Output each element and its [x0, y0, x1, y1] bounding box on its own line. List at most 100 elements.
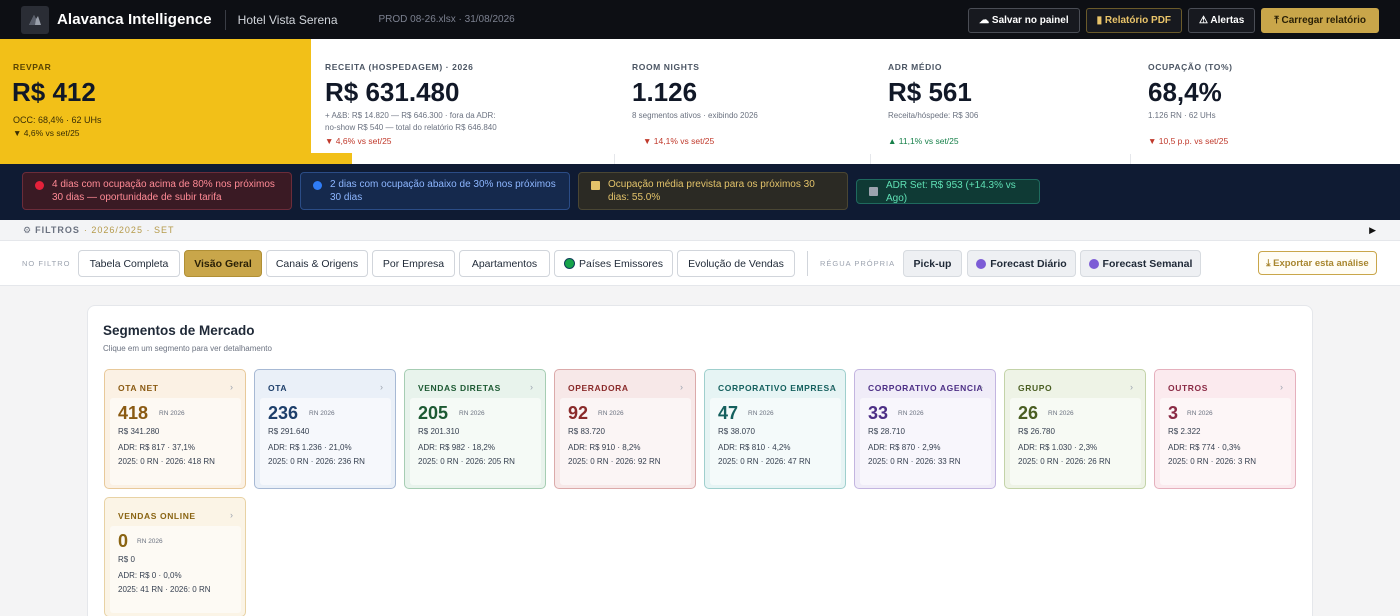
panel-title: Segmentos de Mercado — [103, 323, 255, 338]
tab-overview[interactable]: Visão Geral — [184, 250, 262, 277]
segment-rn-label: RN 2026 — [137, 538, 163, 545]
segment-adr: ADR: R$ 982 · 18,2% — [418, 443, 495, 452]
segment-comparison: 2025: 0 RN · 2026: 236 RN — [268, 457, 365, 466]
chevron-right-icon: › — [380, 382, 383, 392]
segment-rn-label: RN 2026 — [748, 410, 774, 417]
tab-apartments[interactable]: Apartamentos — [459, 250, 550, 277]
chevron-right-icon: › — [980, 382, 983, 392]
segment-revenue: R$ 2.322 — [1168, 427, 1201, 436]
kpi-delta: ▼ 4,6% vs set/25 — [13, 128, 80, 138]
expand-filters-icon[interactable]: ▶ — [1369, 225, 1376, 236]
alert-high-occupancy[interactable]: 4 dias com ocupação acima de 80% nos pró… — [22, 172, 292, 210]
kpi-delta: ▼ 4,6% vs set/25 — [325, 136, 392, 146]
segment-card[interactable]: VENDAS DIRETAS › 205 RN 2026 R$ 201.310 ADR: … — [404, 369, 546, 489]
kpi-highlight-bar — [311, 153, 352, 164]
alert-text: Ocupação média prevista para os próximos… — [608, 179, 815, 203]
load-report-button[interactable]: ⤒ Carregar relatório — [1261, 8, 1379, 33]
tab-daily-forecast[interactable]: Forecast Diário — [967, 250, 1076, 277]
kpi-divider — [1130, 154, 1131, 164]
tab-pickup[interactable]: Pick-up — [903, 250, 962, 277]
kpi-sub: + A&B: R$ 14.820 — R$ 646.300 · fora da … — [325, 111, 496, 120]
segment-revenue: R$ 26.780 — [1018, 427, 1055, 436]
kpi-label: REVPAR — [13, 62, 52, 72]
segment-room-nights: 418 — [118, 403, 149, 423]
kpi-delta: ▼ 14,1% vs set/25 — [643, 136, 715, 146]
segment-comparison: 2025: 0 RN · 2026: 92 RN — [568, 457, 661, 466]
segment-name: OTA — [268, 383, 288, 393]
hotel-name: Hotel Vista Serena — [237, 12, 338, 27]
alerts-strip: 4 dias com ocupação acima de 80% nos pró… — [0, 164, 1400, 220]
segment-comparison: 2025: 0 RN · 2026: 47 RN — [718, 457, 811, 466]
segment-name: CORPORATIVO EMPRESA — [718, 383, 837, 393]
segment-card[interactable]: OTA › 236 RN 2026 R$ 291.640 ADR: R$ 1.236 · … — [254, 369, 396, 489]
tab-channels-origins[interactable]: Canais & Origens — [266, 250, 368, 277]
kpi-value: R$ 561 — [888, 77, 972, 107]
segment-adr: ADR: R$ 870 · 2,9% — [868, 443, 941, 452]
segment-room-nights: 0 — [118, 531, 129, 551]
globe-icon — [563, 258, 575, 269]
segment-revenue: R$ 83.720 — [568, 427, 605, 436]
segment-card[interactable]: CORPORATIVO EMPRESA › 47 RN 2026 R$ 38.070 AD… — [704, 369, 846, 489]
divider — [224, 9, 226, 30]
segment-card[interactable]: VENDAS ONLINE › 0 RN 2026 R$ 0 ADR: R$ 0 · 0,… — [104, 497, 246, 616]
own-ruler-label: RÉGUA PRÓPRIA — [820, 259, 896, 268]
divider — [807, 251, 808, 276]
alerts-button[interactable]: ⚠ Alertas — [1188, 8, 1256, 33]
segment-rn-label: RN 2026 — [159, 410, 185, 417]
segment-card[interactable]: OPERADORA › 92 RN 2026 R$ 83.720 ADR: R$ 910 … — [554, 369, 696, 489]
kpi-divider — [614, 154, 615, 164]
alert-forecast-occupancy[interactable]: Ocupação média prevista para os próximos… — [578, 172, 848, 210]
no-filter-label: NO FILTRO — [22, 259, 71, 268]
alert-text: ADR Set: R$ 953 (+14.3% vs Ago) — [886, 179, 1016, 204]
chevron-right-icon: › — [1130, 382, 1133, 392]
kpi-label: ADR MÉDIO — [888, 62, 943, 72]
alert-adr[interactable]: ADR Set: R$ 953 (+14.3% vs Ago) — [856, 179, 1040, 204]
segment-revenue: R$ 201.310 — [418, 427, 460, 436]
segment-card-body — [110, 526, 241, 613]
segment-rn-label: RN 2026 — [898, 410, 924, 417]
segment-adr: ADR: R$ 817 · 37,1% — [118, 443, 195, 452]
segment-adr: ADR: R$ 0 · 0,0% — [118, 571, 182, 580]
report-file-info: PROD 08-26.xlsx · 31/08/2026 — [378, 14, 515, 25]
filters-bar[interactable]: ⚙ FILTROS · 2026/2025 · SET ▶ — [0, 220, 1400, 241]
segment-name: VENDAS ONLINE — [118, 511, 196, 521]
segment-revenue: R$ 341.280 — [118, 427, 160, 436]
export-analysis-button[interactable]: ⤓ Exportar esta análise — [1258, 251, 1377, 275]
segment-comparison: 2025: 0 RN · 2026: 205 RN — [418, 457, 515, 466]
tab-by-company[interactable]: Por Empresa — [372, 250, 455, 277]
tab-weekly-forecast[interactable]: Forecast Semanal — [1080, 250, 1201, 277]
segment-card[interactable]: CORPORATIVO AGENCIA › 33 RN 2026 R$ 28.710 AD… — [854, 369, 996, 489]
segment-room-nights: 3 — [1168, 403, 1179, 423]
segment-room-nights: 33 — [868, 403, 889, 423]
segment-room-nights: 92 — [568, 403, 589, 423]
save-to-dashboard-button[interactable]: ☁ Salvar no painel — [968, 8, 1080, 33]
segment-comparison: 2025: 0 RN · 2026: 3 RN — [1168, 457, 1257, 466]
red-dot-icon — [35, 180, 44, 190]
kpi-label: ROOM NIGHTS — [632, 62, 700, 72]
kpi-sub: 8 segmentos ativos · exibindo 2026 — [632, 111, 758, 120]
segment-card[interactable]: OTA NET › 418 RN 2026 R$ 341.280 ADR: R$ 817 … — [104, 369, 246, 489]
segment-rn-label: RN 2026 — [1187, 410, 1213, 417]
blue-dot-icon — [313, 180, 322, 190]
tab-source-countries[interactable]: Países Emissores — [554, 250, 673, 277]
chevron-right-icon: › — [530, 382, 533, 392]
tab-full-table[interactable]: Tabela Completa — [78, 250, 180, 277]
segment-card-body — [1160, 398, 1291, 485]
top-bar: Alavanca Intelligence Hotel Vista Serena… — [0, 0, 1400, 39]
segment-rn-label: RN 2026 — [1048, 410, 1074, 417]
segment-adr: ADR: R$ 1.236 · 21,0% — [268, 443, 352, 452]
segment-name: OPERADORA — [568, 383, 629, 393]
pdf-report-button[interactable]: ▮ Relatório PDF — [1085, 8, 1183, 33]
segment-comparison: 2025: 41 RN · 2026: 0 RN — [118, 585, 211, 594]
segment-comparison: 2025: 0 RN · 2026: 26 RN — [1018, 457, 1111, 466]
crystal-ball-icon — [1088, 258, 1099, 269]
segment-card[interactable]: GRUPO › 26 RN 2026 R$ 26.780 ADR: R$ 1.030 · … — [1004, 369, 1146, 489]
alert-low-occupancy[interactable]: 2 dias com ocupação abaixo de 30% nos pr… — [300, 172, 570, 210]
kpi-delta: ▲ 11,1% vs set/25 — [888, 136, 959, 146]
tab-sales-evolution[interactable]: Evolução de Vendas — [677, 250, 795, 277]
chevron-right-icon: › — [830, 382, 833, 392]
segment-card[interactable]: OUTROS › 3 RN 2026 R$ 2.322 ADR: R$ 774 · 0,3… — [1154, 369, 1296, 489]
kpi-card-revpar: REVPAR R$ 412 OCC: 68,4% · 62 UHs ▼ 4,6%… — [0, 39, 352, 164]
kpi-row: REVPAR R$ 412 OCC: 68,4% · 62 UHs ▼ 4,6%… — [0, 39, 1400, 164]
kpi-sub: Receita/hóspede: R$ 306 — [888, 111, 979, 120]
